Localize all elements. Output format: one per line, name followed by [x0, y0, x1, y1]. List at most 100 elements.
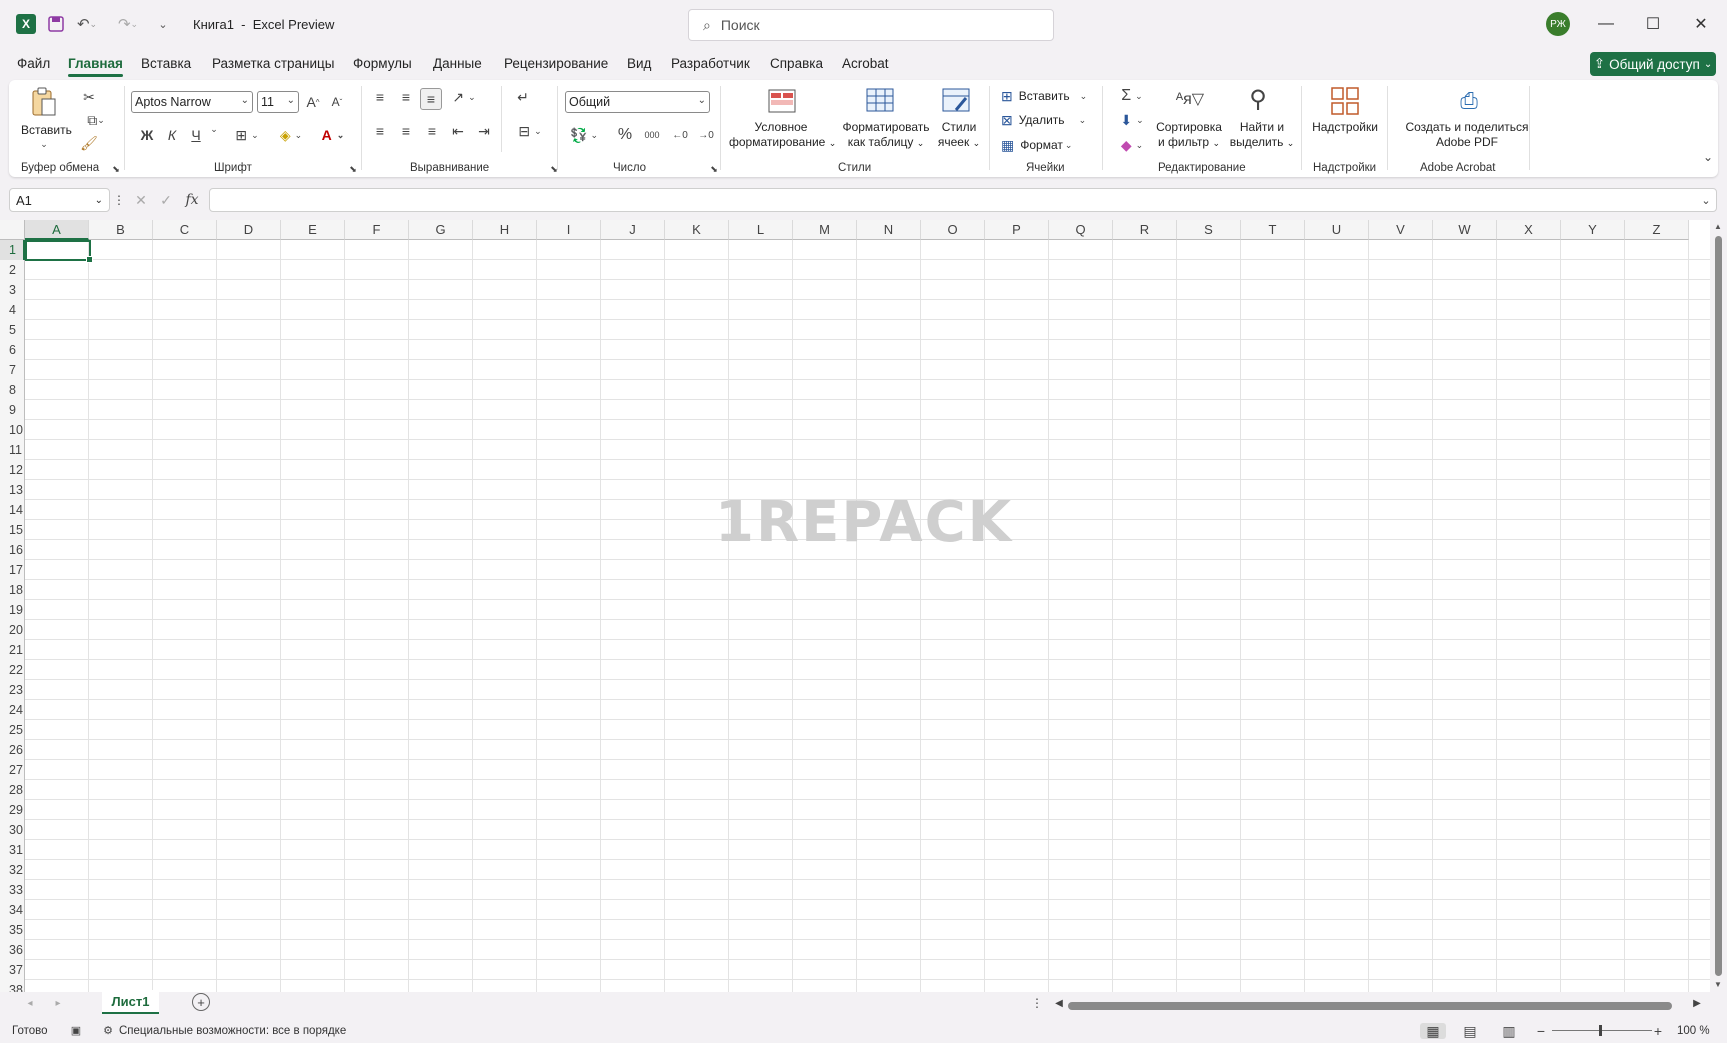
- paste-button[interactable]: Вставить: [21, 123, 72, 138]
- font-name-select[interactable]: Aptos Narrow ⌄: [131, 91, 253, 113]
- tab-page-layout[interactable]: Разметка страницы: [212, 56, 334, 71]
- row-header[interactable]: 31: [0, 840, 25, 860]
- row-header[interactable]: 17: [0, 560, 25, 580]
- percent-icon[interactable]: %: [615, 124, 635, 146]
- maximize-button[interactable]: ☐: [1638, 11, 1668, 37]
- row-header[interactable]: 23: [0, 680, 25, 700]
- addins-button[interactable]: Надстройки: [1309, 120, 1381, 135]
- row-header[interactable]: 5: [0, 320, 25, 340]
- underline-button[interactable]: Ч: [186, 124, 206, 146]
- row-header[interactable]: 19: [0, 600, 25, 620]
- underline-dropdown-icon[interactable]: ⌄: [208, 124, 220, 135]
- borders-icon[interactable]: ⊞ ⌄: [230, 124, 264, 146]
- customize-toolbar-icon[interactable]: ⌄: [156, 14, 170, 34]
- find-select-button[interactable]: Найти и выделить ⌄: [1227, 120, 1297, 151]
- paste-dropdown-icon[interactable]: ⌄: [39, 139, 49, 150]
- tab-acrobat[interactable]: Acrobat: [842, 56, 889, 71]
- align-bottom-icon[interactable]: ≡: [420, 88, 442, 110]
- row-header[interactable]: 29: [0, 800, 25, 820]
- decrease-indent-icon[interactable]: ⇤: [448, 122, 468, 140]
- column-header[interactable]: K: [665, 220, 729, 240]
- find-select-icon[interactable]: ⚲: [1241, 84, 1275, 114]
- row-header[interactable]: 10: [0, 420, 25, 440]
- row-header[interactable]: 11: [0, 440, 25, 460]
- active-cell[interactable]: [25, 240, 93, 263]
- worksheet[interactable]: ABCDEFGHIJKLMNOPQRSTUVWXYZ 1 2 3 4 5 6 7 8 9 10 11…: [0, 220, 1710, 1000]
- create-pdf-icon[interactable]: ⎙: [1455, 86, 1483, 116]
- share-button[interactable]: ⇪ Общий доступ ⌄: [1590, 52, 1716, 76]
- column-header[interactable]: Q: [1049, 220, 1113, 240]
- align-middle-icon[interactable]: ≡: [396, 88, 416, 106]
- next-sheet-icon[interactable]: ▸: [52, 996, 64, 1010]
- formula-input[interactable]: [209, 188, 1717, 212]
- column-header[interactable]: W: [1433, 220, 1497, 240]
- format-as-table-icon[interactable]: [866, 88, 896, 114]
- currency-format-icon[interactable]: 💱 ⌄: [566, 124, 602, 146]
- row-header[interactable]: 15: [0, 520, 25, 540]
- sort-filter-button[interactable]: Сортировка и фильтр ⌄: [1152, 120, 1226, 151]
- copy-icon[interactable]: ⧉ ⌄: [79, 111, 113, 129]
- row-header[interactable]: 34: [0, 900, 25, 920]
- autosum-icon[interactable]: Σ ⌄: [1114, 87, 1150, 105]
- column-header[interactable]: Z: [1625, 220, 1689, 240]
- row-header[interactable]: 25: [0, 720, 25, 740]
- user-avatar[interactable]: РЖ: [1546, 12, 1570, 36]
- row-header[interactable]: 7: [0, 360, 25, 380]
- cell-grid[interactable]: [25, 240, 1710, 992]
- accessibility-status[interactable]: Специальные возможности: все в порядке: [119, 1025, 346, 1037]
- tab-developer[interactable]: Разработчик: [671, 56, 750, 71]
- column-header[interactable]: J: [601, 220, 665, 240]
- cancel-formula-icon[interactable]: ✕: [133, 191, 149, 209]
- zoom-level[interactable]: 100 %: [1677, 1025, 1710, 1037]
- tab-help[interactable]: Справка: [770, 56, 823, 71]
- increase-font-icon[interactable]: A ^: [304, 91, 322, 113]
- insert-function-icon[interactable]: fx: [183, 191, 201, 209]
- select-all-corner[interactable]: [0, 220, 25, 240]
- row-header[interactable]: 30: [0, 820, 25, 840]
- name-box[interactable]: A1 ⌄: [9, 188, 110, 212]
- tab-review[interactable]: Рецензирование: [504, 56, 608, 71]
- font-size-select[interactable]: 11 ⌄: [257, 91, 299, 113]
- font-launcher-icon[interactable]: ⬊: [348, 164, 358, 175]
- zoom-slider[interactable]: [1552, 1030, 1652, 1031]
- row-header[interactable]: 13: [0, 480, 25, 500]
- merge-center-icon[interactable]: ⊟ ⌄: [512, 122, 548, 140]
- scroll-right-icon[interactable]: ▶: [1692, 996, 1702, 1010]
- column-header[interactable]: G: [409, 220, 473, 240]
- insert-cells-button[interactable]: ⊞ Вставить ⌄: [1001, 87, 1101, 105]
- number-launcher-icon[interactable]: ⬊: [709, 164, 719, 175]
- delete-cells-button[interactable]: ⊠ Удалить ⌄: [1001, 111, 1101, 129]
- tabs-splitter-icon[interactable]: ⋮: [1031, 996, 1043, 1010]
- add-sheet-icon[interactable]: +: [192, 993, 210, 1011]
- column-header[interactable]: D: [217, 220, 281, 240]
- create-share-pdf-button[interactable]: Создать и поделиться Adobe PDF: [1397, 120, 1537, 150]
- format-painter-icon[interactable]: 🖌: [79, 134, 99, 152]
- tab-view[interactable]: Вид: [627, 56, 651, 71]
- format-cells-button[interactable]: ▦ Формат ⌄: [1001, 136, 1101, 154]
- page-layout-view-icon[interactable]: ▤: [1461, 1023, 1479, 1039]
- cut-icon[interactable]: ✂: [79, 88, 99, 106]
- row-header[interactable]: 35: [0, 920, 25, 940]
- decrease-font-icon[interactable]: Aˇ: [328, 91, 346, 113]
- sort-filter-icon[interactable]: ᴬᴙ▽: [1173, 84, 1207, 114]
- search-input[interactable]: ⌕ Поиск: [688, 9, 1054, 41]
- align-center-icon[interactable]: ≡: [396, 122, 416, 140]
- row-header[interactable]: 20: [0, 620, 25, 640]
- row-header[interactable]: 36: [0, 940, 25, 960]
- fill-icon[interactable]: ⬇ ⌄: [1114, 111, 1150, 129]
- row-header[interactable]: 4: [0, 300, 25, 320]
- column-header[interactable]: O: [921, 220, 985, 240]
- row-header[interactable]: 9: [0, 400, 25, 420]
- tab-home[interactable]: Главная: [68, 56, 123, 77]
- orientation-icon[interactable]: ↗ ⌄: [447, 88, 481, 106]
- normal-view-icon[interactable]: ▦: [1420, 1023, 1446, 1039]
- row-header[interactable]: 27: [0, 760, 25, 780]
- italic-button[interactable]: К: [162, 124, 182, 146]
- column-header[interactable]: C: [153, 220, 217, 240]
- column-header[interactable]: R: [1113, 220, 1177, 240]
- thousands-separator-icon[interactable]: 000: [641, 124, 663, 146]
- column-header[interactable]: B: [89, 220, 153, 240]
- column-header[interactable]: I: [537, 220, 601, 240]
- row-header[interactable]: 3: [0, 280, 25, 300]
- collapse-ribbon-icon[interactable]: ⌄: [1701, 150, 1715, 164]
